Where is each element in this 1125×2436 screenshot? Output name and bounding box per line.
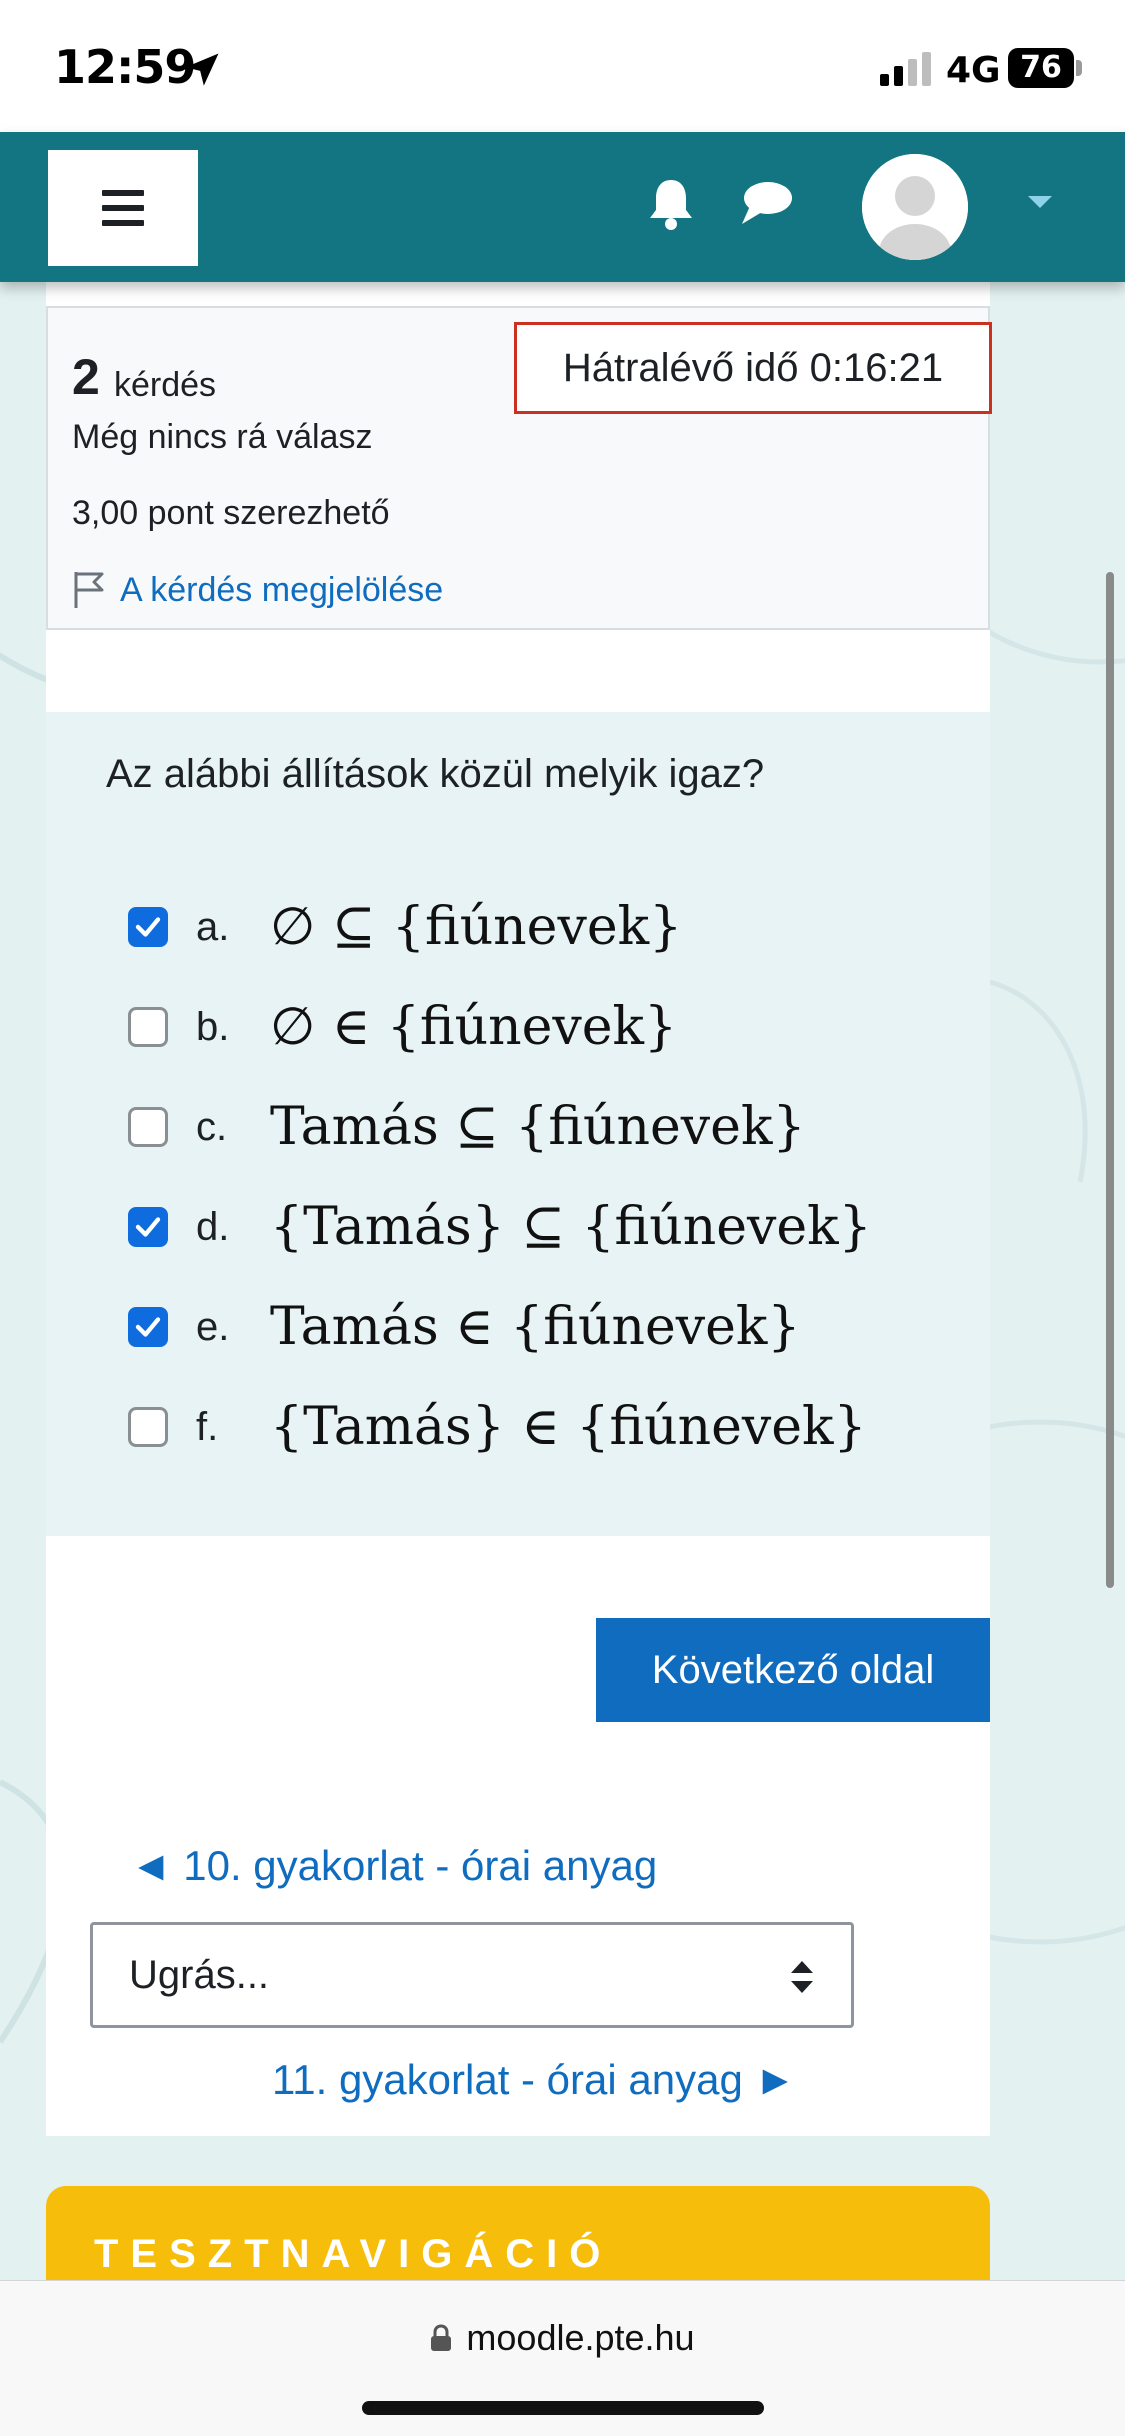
chat-icon[interactable] bbox=[740, 180, 792, 226]
network-label: 4G bbox=[946, 50, 1001, 91]
quiz-timer: Hátralévő idő 0:16:21 bbox=[514, 322, 992, 414]
checkbox[interactable] bbox=[128, 1107, 168, 1147]
option-math: ∅ ⊆ {fiúnevek} bbox=[270, 897, 683, 957]
checkbox[interactable] bbox=[128, 1407, 168, 1447]
url-text: moodle.pte.hu bbox=[466, 2317, 695, 2358]
lock-icon bbox=[431, 2324, 452, 2351]
battery-tip bbox=[1076, 60, 1082, 76]
scrollbar-thumb[interactable] bbox=[1106, 572, 1114, 1588]
question-grade: 3,00 pont szerezhető bbox=[72, 494, 390, 532]
select-arrows-icon bbox=[791, 1961, 813, 1993]
status-time: 12:59 bbox=[54, 40, 196, 94]
question-area: Az alábbi állítások közül melyik igaz? a… bbox=[46, 712, 990, 1536]
option-a[interactable]: a. ∅ ⊆ {fiúnevek} bbox=[128, 887, 682, 967]
checkbox[interactable] bbox=[128, 907, 168, 947]
option-b[interactable]: b. ∅ ∈ {fiúnevek} bbox=[128, 987, 677, 1067]
checkbox[interactable] bbox=[128, 1307, 168, 1347]
option-f[interactable]: f. {Tamás} ∈ {fiúnevek} bbox=[128, 1387, 867, 1467]
question-text: Az alábbi állítások közül melyik igaz? bbox=[106, 752, 765, 796]
address-bar[interactable]: moodle.pte.hu bbox=[0, 2317, 1125, 2359]
option-letter: e. bbox=[196, 1304, 230, 1349]
top-navbar bbox=[0, 132, 1125, 282]
checkmark-icon bbox=[135, 1317, 161, 1337]
bell-icon[interactable] bbox=[648, 178, 694, 230]
flag-question-link[interactable]: A kérdés megjelölése bbox=[72, 570, 443, 610]
caret-down-icon[interactable] bbox=[1028, 196, 1052, 210]
option-letter: c. bbox=[196, 1104, 228, 1149]
signal-icon bbox=[880, 52, 931, 86]
option-math: Tamás ∈ {fiúnevek} bbox=[270, 1297, 801, 1357]
battery-indicator: 76 bbox=[1008, 48, 1074, 88]
flag-icon bbox=[74, 572, 104, 608]
next-page-button[interactable]: Következő oldal bbox=[596, 1618, 990, 1722]
location-arrow-icon bbox=[185, 53, 219, 86]
main-content: 2 kérdés Még nincs rá válasz 3,00 pont s… bbox=[46, 282, 992, 2136]
home-indicator bbox=[362, 2401, 764, 2415]
question-state: Még nincs rá válasz bbox=[72, 418, 373, 456]
option-letter: d. bbox=[196, 1204, 230, 1249]
checkbox[interactable] bbox=[128, 1207, 168, 1247]
quiz-navigation-title: TESZTNAVIGÁCIÓ bbox=[94, 2232, 613, 2276]
flag-question-label: A kérdés megjelölése bbox=[120, 570, 444, 609]
option-e[interactable]: e. Tamás ∈ {fiúnevek} bbox=[128, 1287, 800, 1367]
next-activity-link[interactable]: 11. gyakorlat - órai anyag ► bbox=[272, 2056, 796, 2104]
status-bar: 12:59 4G 76 bbox=[0, 0, 1125, 132]
option-math: Tamás ⊆ {fiúnevek} bbox=[270, 1097, 806, 1157]
checkmark-icon bbox=[135, 917, 161, 937]
option-letter: b. bbox=[196, 1004, 230, 1049]
question-info-box: 2 kérdés Még nincs rá válasz 3,00 pont s… bbox=[46, 306, 992, 630]
option-c[interactable]: c. Tamás ⊆ {fiúnevek} bbox=[128, 1087, 806, 1167]
previous-activity-link[interactable]: ◄ 10. gyakorlat - órai anyag bbox=[130, 1842, 657, 1890]
question-number-label: kérdés bbox=[114, 366, 217, 404]
question-number: 2 bbox=[72, 349, 100, 405]
option-letter: a. bbox=[196, 904, 230, 949]
option-math: {Tamás} ⊆ {fiúnevek} bbox=[270, 1197, 872, 1257]
checkbox[interactable] bbox=[128, 1007, 168, 1047]
option-math: ∅ ∈ {fiúnevek} bbox=[270, 997, 678, 1057]
option-letter: f. bbox=[196, 1404, 219, 1449]
avatar[interactable] bbox=[862, 154, 968, 260]
jump-to-selected-value: Ugrás... bbox=[129, 1953, 270, 1997]
user-avatar-icon bbox=[862, 154, 968, 260]
option-math: {Tamás} ∈ {fiúnevek} bbox=[270, 1397, 867, 1457]
jump-to-select[interactable]: Ugrás... bbox=[90, 1922, 854, 2028]
checkmark-icon bbox=[135, 1217, 161, 1237]
browser-bottom-bar: moodle.pte.hu bbox=[0, 2280, 1125, 2436]
menu-button[interactable] bbox=[48, 150, 198, 266]
option-d[interactable]: d. {Tamás} ⊆ {fiúnevek} bbox=[128, 1187, 872, 1267]
hamburger-icon bbox=[102, 190, 144, 226]
